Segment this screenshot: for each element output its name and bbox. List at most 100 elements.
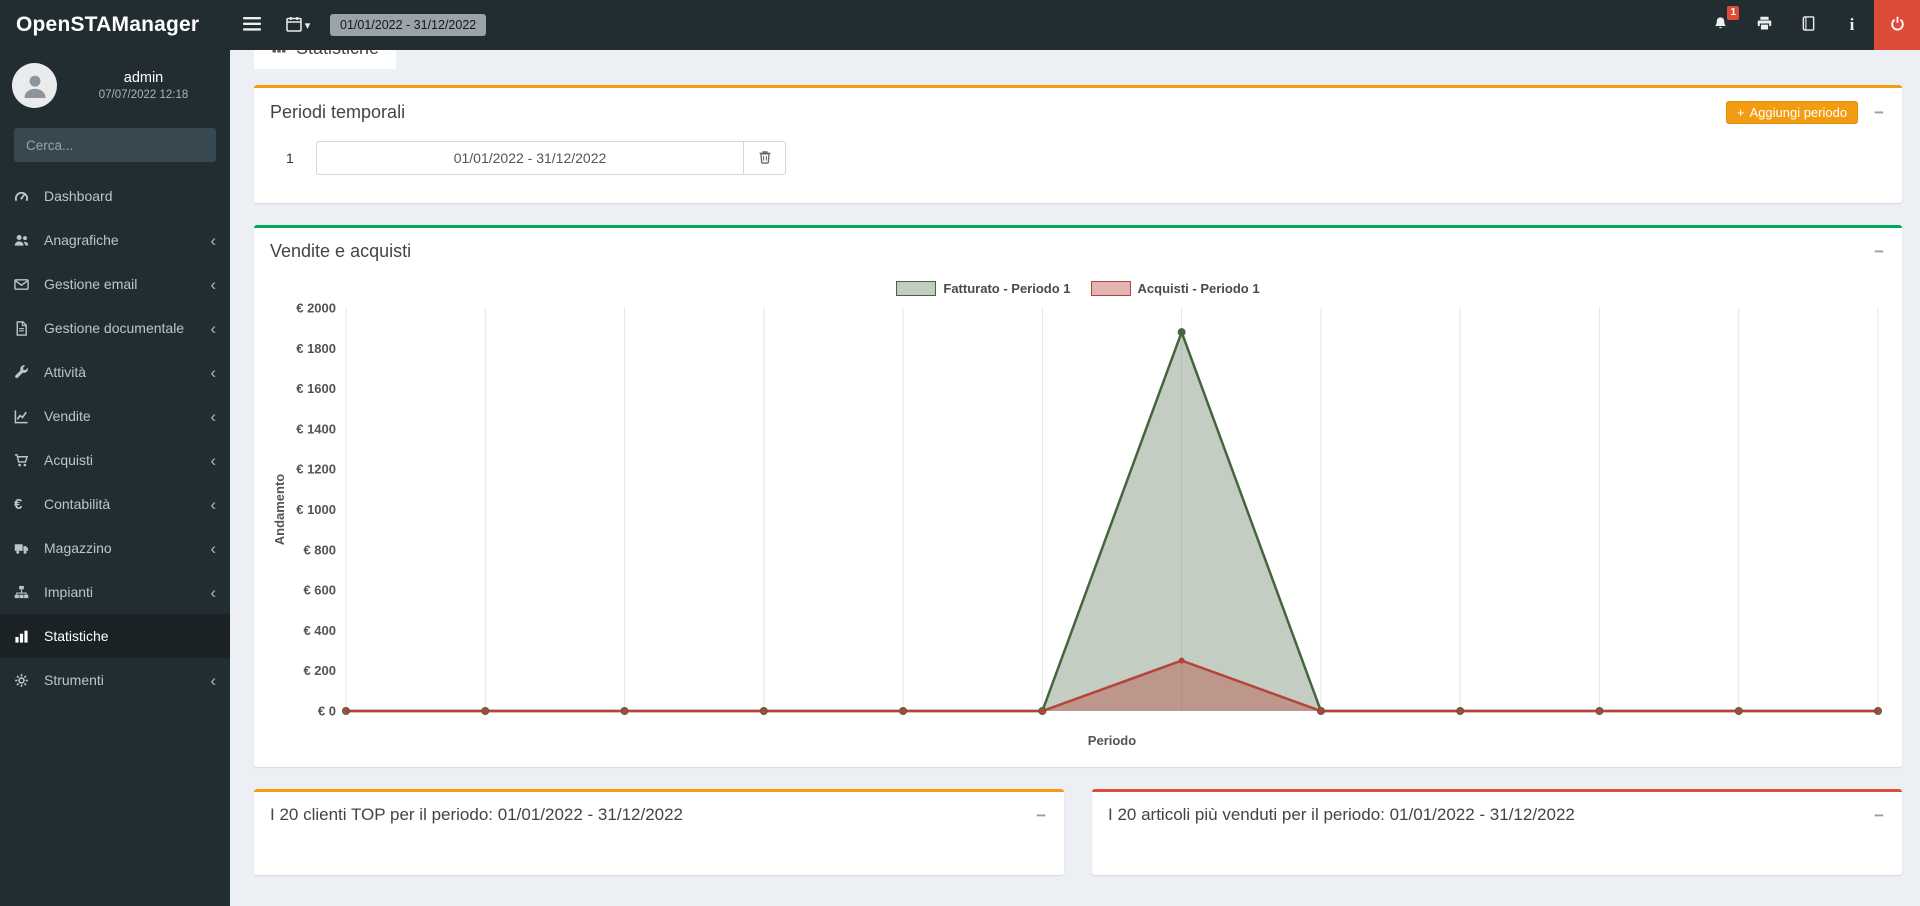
sidebar-item-dashboard[interactable]: Dashboard — [0, 174, 230, 218]
search-icon — [215, 137, 216, 154]
sidebar-item-label: Gestione documentale — [38, 320, 210, 336]
print-button[interactable] — [1742, 0, 1786, 50]
svg-text:€ 1000: € 1000 — [296, 502, 336, 517]
minus-icon: − — [1874, 806, 1884, 825]
trash-icon — [758, 150, 772, 167]
collapse-top-clients-button[interactable]: − — [1032, 807, 1050, 824]
sidebar-item-acquisti[interactable]: Acquisti ‹ — [0, 438, 230, 482]
topbar-spacer — [486, 0, 1698, 50]
logout-button[interactable] — [1874, 0, 1920, 50]
info-button[interactable]: i — [1830, 0, 1874, 50]
chart-legend: Fatturato - Periodo 1 Acquisti - Periodo … — [268, 281, 1888, 296]
caret-down-icon: ▾ — [305, 19, 311, 32]
user-name: admin — [124, 70, 164, 86]
top-articles-panel: I 20 articoli più venduti per il periodo… — [1092, 789, 1902, 875]
chevron-left-icon: ‹ — [210, 408, 216, 425]
collapse-periods-button[interactable]: − — [1870, 104, 1888, 121]
sales-panel-header: Vendite e acquisti − — [254, 228, 1902, 271]
sidebar-item-anagrafiche[interactable]: Anagrafiche ‹ — [0, 218, 230, 262]
power-icon — [1890, 16, 1905, 34]
sales-chart: € 0€ 200€ 400€ 600€ 800€ 1000€ 1200€ 140… — [268, 300, 1888, 755]
period-row: 1 — [270, 141, 1886, 175]
chevron-left-icon: ‹ — [210, 364, 216, 381]
euro-icon: € — [14, 496, 38, 513]
sidebar-item-label: Contabilità — [38, 496, 210, 512]
collapse-top-articles-button[interactable]: − — [1870, 807, 1888, 824]
info-icon: i — [1850, 15, 1855, 35]
minus-icon: − — [1874, 242, 1884, 261]
periods-panel-title: Periodi temporali — [270, 102, 405, 123]
sidebar: admin 07/07/2022 12:18 Dashboard Anagraf… — [0, 50, 230, 906]
sidebar-item-label: Impianti — [38, 584, 210, 600]
sidebar-item-label: Strumenti — [38, 672, 210, 688]
top-clients-panel: I 20 clienti TOP per il periodo: 01/01/2… — [254, 789, 1064, 875]
sidebar-menu: Dashboard Anagrafiche ‹ Gestione email ‹… — [0, 174, 230, 702]
top-articles-header: I 20 articoli più venduti per il periodo… — [1092, 792, 1902, 834]
sales-panel-body: Fatturato - Periodo 1 Acquisti - Periodo … — [254, 271, 1902, 767]
app-logo[interactable]: OpenSTAManager — [0, 0, 230, 50]
legend-swatch — [1091, 281, 1131, 296]
add-period-label: Aggiungi periodo — [1749, 105, 1847, 120]
sidebar-item-magazzino[interactable]: Magazzino ‹ — [0, 526, 230, 570]
search-input[interactable] — [14, 128, 215, 162]
svg-text:€ 200: € 200 — [303, 663, 336, 678]
shopping-cart-icon — [14, 453, 38, 468]
sidebar-toggle-button[interactable] — [230, 0, 274, 50]
periods-panel-body: 1 — [254, 133, 1902, 203]
hamburger-icon — [243, 17, 261, 34]
sidebar-item-attivita[interactable]: Attività ‹ — [0, 350, 230, 394]
chevron-left-icon: ‹ — [210, 496, 216, 513]
sidebar-item-strumenti[interactable]: Strumenti ‹ — [0, 658, 230, 702]
add-period-button[interactable]: + Aggiungi periodo — [1726, 101, 1858, 124]
legend-swatch — [896, 281, 936, 296]
chevron-left-icon: ‹ — [210, 276, 216, 293]
chevron-left-icon: ‹ — [210, 672, 216, 689]
legend-item: Acquisti - Periodo 1 — [1091, 281, 1260, 296]
chevron-left-icon: ‹ — [210, 320, 216, 337]
notifications-button[interactable]: 1 — [1698, 0, 1742, 50]
user-datetime: 07/07/2022 12:18 — [99, 89, 189, 101]
notifications-count-badge: 1 — [1727, 6, 1739, 20]
periods-panel-tools: + Aggiungi periodo − — [1726, 101, 1888, 124]
calendar-dropdown-button[interactable]: ▾ — [274, 0, 322, 50]
svg-text:€ 600: € 600 — [303, 583, 336, 598]
sidebar-item-contabilita[interactable]: € Contabilità ‹ — [0, 482, 230, 526]
top-clients-title: I 20 clienti TOP per il periodo: 01/01/2… — [270, 805, 683, 825]
dashboard-icon — [14, 189, 38, 204]
sidebar-item-label: Acquisti — [38, 452, 210, 468]
bell-icon — [1713, 16, 1728, 34]
sidebar-item-gestione-documentale[interactable]: Gestione documentale ‹ — [0, 306, 230, 350]
svg-text:€ 1600: € 1600 — [296, 381, 336, 396]
line-chart-icon — [14, 409, 38, 424]
legend-item: Fatturato - Periodo 1 — [896, 281, 1070, 296]
legend-label: Fatturato - Periodo 1 — [943, 281, 1070, 296]
search-button[interactable] — [215, 128, 216, 162]
collapse-sales-button[interactable]: − — [1870, 243, 1888, 260]
users-icon — [14, 233, 38, 248]
delete-period-button[interactable] — [744, 141, 786, 175]
minus-icon: − — [1874, 103, 1884, 122]
chevron-left-icon: ‹ — [210, 232, 216, 249]
sidebar-item-vendite[interactable]: Vendite ‹ — [0, 394, 230, 438]
truck-icon — [14, 541, 38, 556]
sidebar-item-gestione-email[interactable]: Gestione email ‹ — [0, 262, 230, 306]
bottom-panels-row: I 20 clienti TOP per il periodo: 01/01/2… — [254, 789, 1902, 875]
main-content: Statistiche Periodi temporali + Aggiungi… — [230, 0, 1920, 875]
docs-button[interactable] — [1786, 0, 1830, 50]
printer-icon — [1757, 16, 1772, 34]
svg-text:€ 1800: € 1800 — [296, 341, 336, 356]
sales-panel-tools: − — [1870, 243, 1888, 260]
sidebar-item-impianti[interactable]: Impianti ‹ — [0, 570, 230, 614]
sidebar-item-label: Gestione email — [38, 276, 210, 292]
svg-text:€ 400: € 400 — [303, 623, 336, 638]
svg-text:Andamento: Andamento — [272, 474, 287, 546]
sidebar-search — [14, 128, 216, 162]
period-range-input[interactable] — [316, 141, 744, 175]
svg-text:Periodo: Periodo — [1088, 733, 1136, 748]
sidebar-item-statistiche[interactable]: Statistiche — [0, 614, 230, 658]
chevron-left-icon: ‹ — [210, 452, 216, 469]
top-clients-header: I 20 clienti TOP per il periodo: 01/01/2… — [254, 792, 1064, 834]
periods-panel-header: Periodi temporali + Aggiungi periodo − — [254, 88, 1902, 133]
chevron-left-icon: ‹ — [210, 540, 216, 557]
period-date-badge[interactable]: 01/01/2022 - 31/12/2022 — [330, 14, 486, 36]
